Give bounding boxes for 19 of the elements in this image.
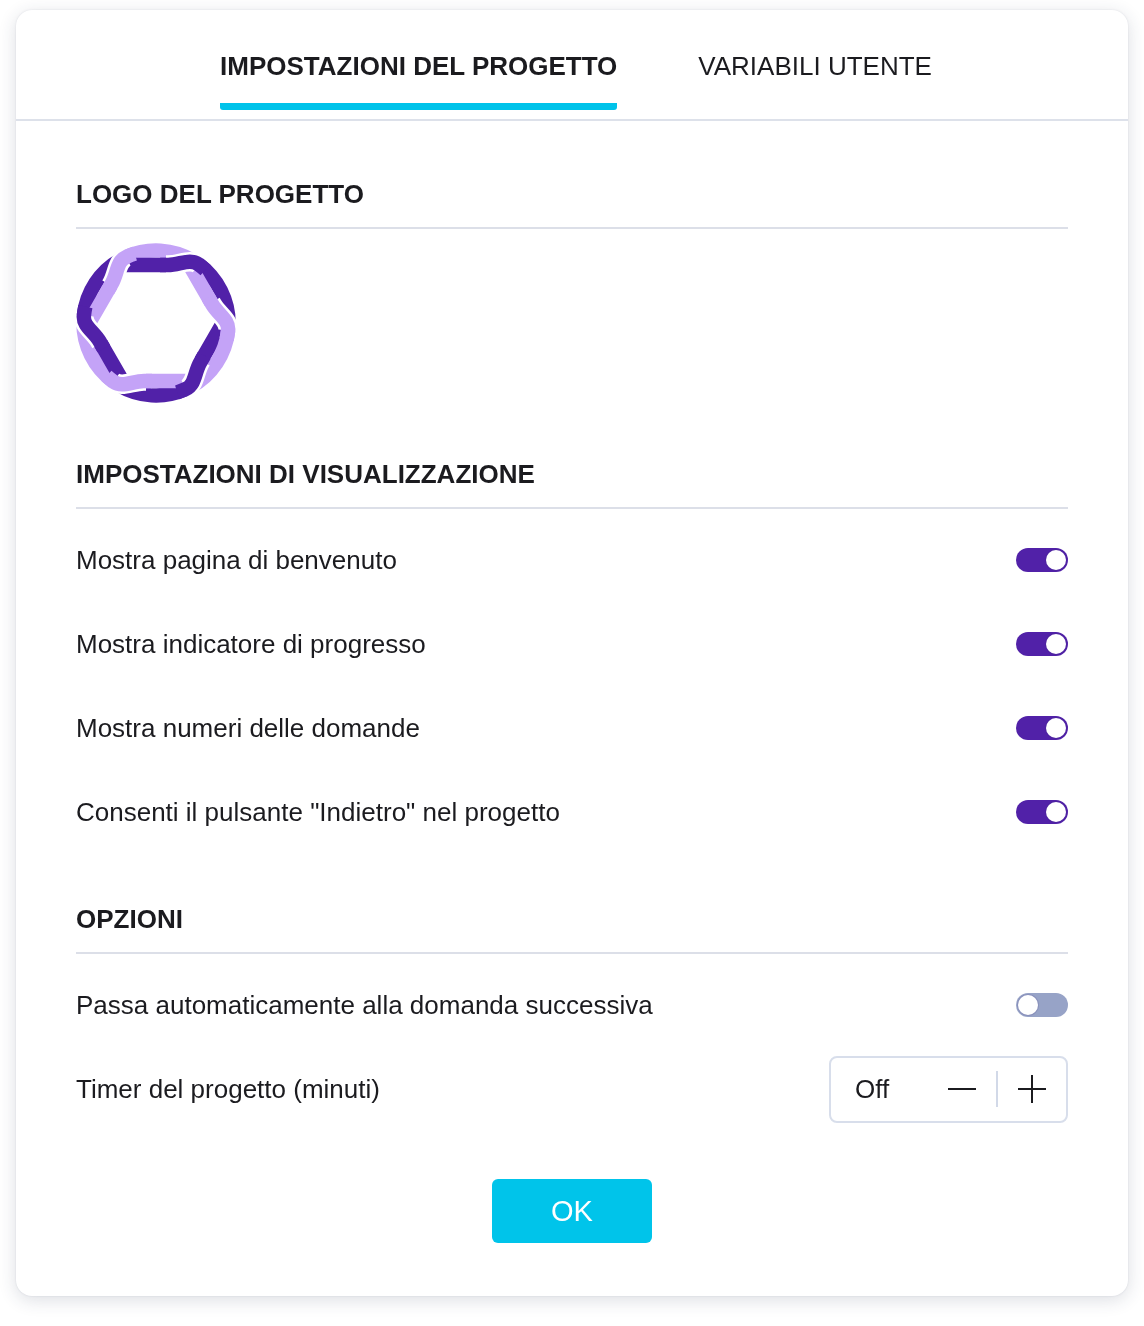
section-heading: LOGO DEL PROGETTO xyxy=(76,179,1068,229)
stepper-value: Off xyxy=(854,1074,891,1104)
minus-icon xyxy=(948,1088,976,1090)
setting-label: Timer del progetto (minuti) xyxy=(76,1074,380,1104)
setting-label: Mostra pagina di benvenuto xyxy=(76,545,397,575)
section-heading: OPZIONI xyxy=(76,904,1068,954)
tab[interactable]: VARIABILI UTENTE xyxy=(698,10,932,110)
plus-icon xyxy=(1018,1075,1046,1103)
toggle-switch[interactable] xyxy=(1016,632,1068,656)
toggle-switch[interactable] xyxy=(1016,993,1068,1017)
setting-label: Passa automaticamente alla domanda successiva xyxy=(76,990,653,1020)
section-heading: IMPOSTAZIONI DI VISUALIZZAZIONE xyxy=(76,459,1068,509)
toggle-switch[interactable] xyxy=(1016,800,1068,824)
setting-label: Consenti il pulsante "Indietro" nel progetto xyxy=(76,797,560,827)
toggle-switch[interactable] xyxy=(1016,548,1068,572)
setting-label: Mostra numeri delle domande xyxy=(76,713,420,743)
toggle-switch[interactable] xyxy=(1016,716,1068,740)
setting-label: Mostra indicatore di progresso xyxy=(76,629,426,659)
tab[interactable]: IMPOSTAZIONI DEL PROGETTO xyxy=(220,10,618,110)
